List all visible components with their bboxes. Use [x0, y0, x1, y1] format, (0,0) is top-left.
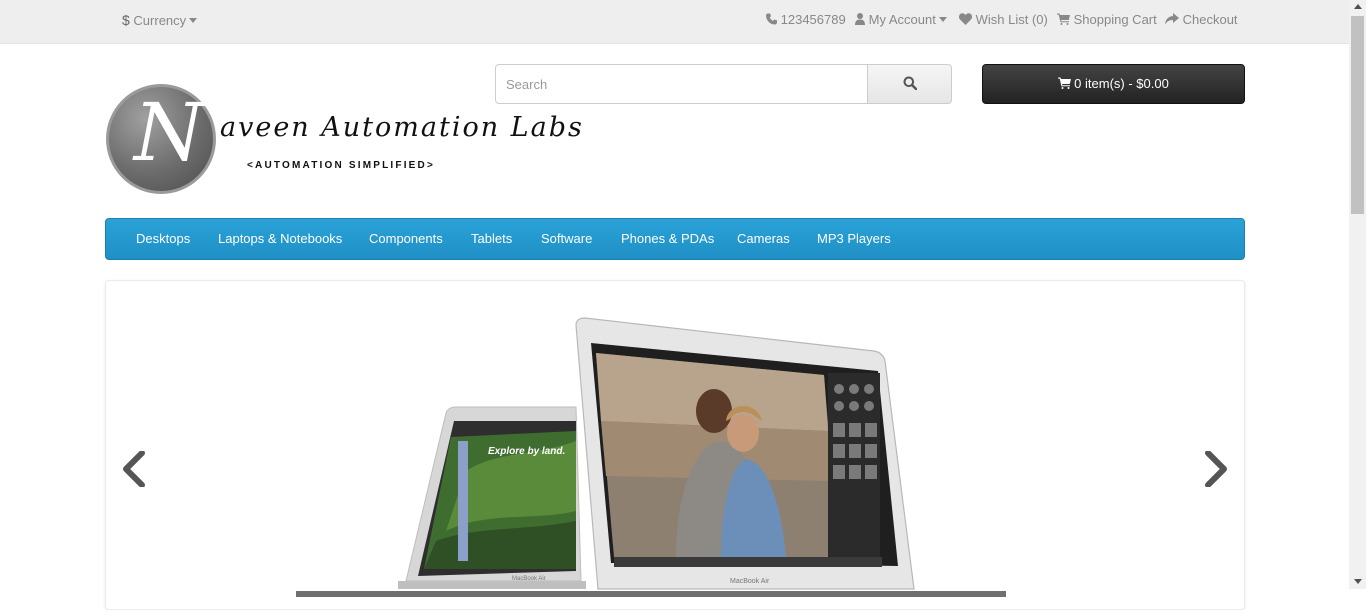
- search-button[interactable]: [867, 64, 952, 104]
- logo-letter: N: [134, 86, 204, 179]
- search-icon: [903, 76, 917, 90]
- caret-down-icon: [938, 17, 947, 22]
- scrollbar-thumb[interactable]: [1351, 16, 1364, 214]
- search-bar: [495, 64, 952, 104]
- checkout-link[interactable]: Checkout: [1165, 12, 1238, 27]
- user-icon: [855, 13, 865, 25]
- menu-item-tablets[interactable]: Tablets: [471, 231, 512, 246]
- scroll-up-icon[interactable]: [1354, 4, 1362, 9]
- scroll-down-icon[interactable]: [1354, 579, 1362, 584]
- slide-front-laptop-brand: MacBook Air: [730, 578, 770, 585]
- menu-item-phones-pdas[interactable]: Phones & PDAs: [621, 231, 714, 246]
- menu-item-mp3-players[interactable]: MP3 Players: [817, 231, 891, 246]
- menu-item-components[interactable]: Components: [369, 231, 443, 246]
- checkout-label: Checkout: [1182, 12, 1238, 27]
- wish-list-link[interactable]: Wish List (0): [958, 12, 1048, 27]
- slide-back-laptop-brand: MacBook Air: [512, 576, 546, 582]
- site-logo[interactable]: N aveen Automation Labs <AUTOMATION SIMP…: [106, 84, 582, 200]
- menu-item-laptops-notebooks[interactable]: Laptops & Notebooks: [218, 231, 342, 246]
- cart-total: 0 item(s) - $0.00: [1074, 76, 1169, 91]
- slideshow-prev-button[interactable]: [120, 450, 148, 492]
- slide-image: Explore by land. MacBook Air MacBook Air: [296, 317, 1006, 597]
- page-scrollbar[interactable]: [1349, 0, 1366, 589]
- share-arrow-icon: [1165, 13, 1179, 25]
- phone-icon: [766, 13, 777, 25]
- menu-item-software[interactable]: Software: [541, 231, 592, 246]
- my-account-dropdown[interactable]: My Account: [855, 12, 947, 27]
- phone-number: 123456789: [780, 12, 846, 27]
- currency-label: Currency: [133, 13, 187, 28]
- shopping-cart-icon: [1057, 13, 1070, 25]
- menu-item-cameras[interactable]: Cameras: [737, 231, 790, 246]
- logo-circle: N: [106, 84, 216, 194]
- shopping-cart-icon: [1058, 77, 1072, 89]
- dollar-icon: $: [122, 12, 130, 28]
- search-input[interactable]: [495, 64, 868, 104]
- top-bar: $ Currency 123456789 My Account Wish Lis…: [0, 0, 1349, 44]
- slideshow-next-button[interactable]: [1202, 450, 1230, 492]
- currency-dropdown[interactable]: $ Currency: [122, 12, 198, 28]
- category-menu: Desktops Laptops & Notebooks Components …: [105, 218, 1245, 260]
- logo-tagline: <AUTOMATION SIMPLIFIED>: [247, 160, 436, 171]
- wish-list-label: Wish List (0): [975, 12, 1048, 27]
- chevron-left-icon: [123, 450, 145, 488]
- chevron-right-icon: [1205, 450, 1227, 488]
- logo-brand-name: aveen Automation Labs: [220, 112, 584, 143]
- cart-button[interactable]: 0 item(s) - $0.00: [982, 64, 1245, 104]
- slide-back-screen-heading: Explore by land.: [488, 446, 565, 457]
- menu-item-desktops[interactable]: Desktops: [136, 231, 190, 246]
- phone-link[interactable]: 123456789: [766, 12, 846, 27]
- slideshow: Explore by land. MacBook Air MacBook Air: [105, 280, 1245, 610]
- heart-icon: [958, 13, 973, 25]
- shopping-cart-label: Shopping Cart: [1073, 12, 1157, 27]
- my-account-label: My Account: [868, 12, 936, 27]
- caret-down-icon: [189, 18, 198, 23]
- shopping-cart-link[interactable]: Shopping Cart: [1057, 12, 1157, 27]
